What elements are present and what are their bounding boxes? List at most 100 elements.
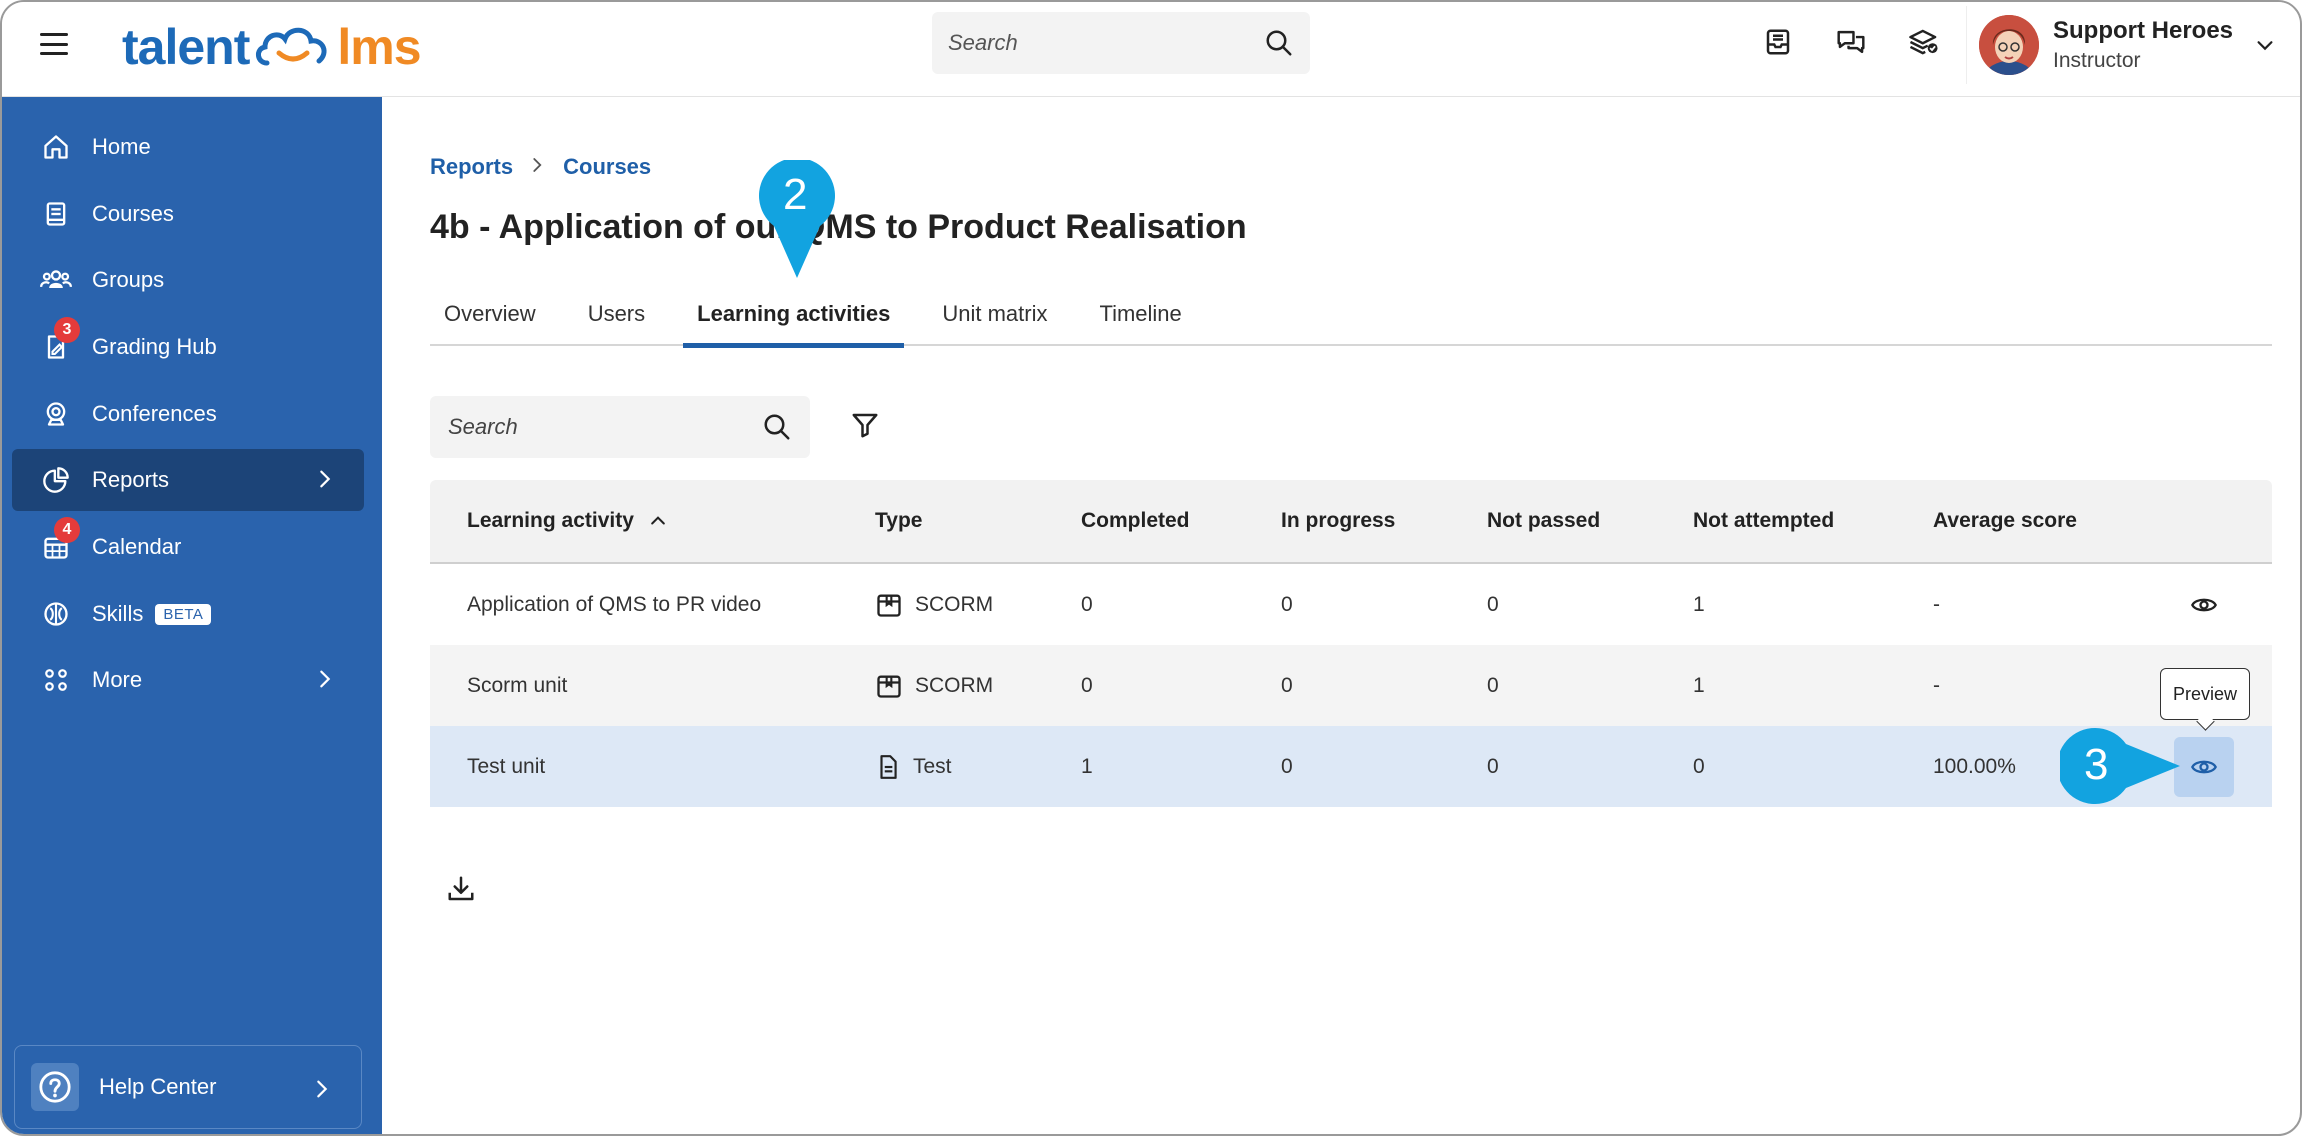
help-icon xyxy=(31,1063,79,1111)
sidebar-item-calendar[interactable]: 4 Calendar xyxy=(12,516,364,578)
cell-not-passed: 0 xyxy=(1487,673,1499,697)
groups-icon xyxy=(40,264,72,296)
grid-icon xyxy=(40,664,72,696)
package-icon xyxy=(877,675,901,698)
preview-eye-icon[interactable] xyxy=(2174,575,2234,635)
header-learning-activity[interactable]: Learning activity xyxy=(467,509,668,533)
package-icon xyxy=(877,594,901,617)
step-2-number: 2 xyxy=(783,170,808,219)
inbox-icon[interactable] xyxy=(1760,24,1796,60)
talentlms-logo[interactable]: talent lms xyxy=(122,12,422,82)
sort-asc-icon[interactable] xyxy=(648,511,668,531)
download-icon[interactable] xyxy=(446,874,476,904)
chevron-right-icon xyxy=(531,154,545,180)
chat-icon[interactable] xyxy=(1833,24,1869,60)
chevron-down-icon[interactable] xyxy=(2254,34,2276,56)
tab-learning-activities[interactable]: Learning activities xyxy=(683,282,905,348)
cell-not-passed: 0 xyxy=(1487,592,1499,616)
sidebar-item-courses[interactable]: Courses xyxy=(12,183,364,245)
cloud-smile-icon xyxy=(256,27,327,66)
header-label: Learning activity xyxy=(467,509,634,532)
global-search-input[interactable] xyxy=(948,30,1264,56)
cell-completed: 0 xyxy=(1081,673,1093,697)
sidebar-item-reports[interactable]: Reports xyxy=(12,449,364,511)
cell-completed: 1 xyxy=(1081,754,1093,778)
tab-bar: Overview Users Learning activities Unit … xyxy=(430,282,2272,348)
help-center-button[interactable]: Help Center xyxy=(14,1045,362,1129)
step-3-number: 3 xyxy=(2084,740,2109,789)
global-search[interactable] xyxy=(932,12,1310,74)
cell-in-progress: 0 xyxy=(1281,673,1293,697)
hamburger-menu-icon[interactable] xyxy=(40,30,68,58)
cell-in-progress: 0 xyxy=(1281,592,1293,616)
tab-unit-matrix[interactable]: Unit matrix xyxy=(928,282,1061,346)
sidebar-item-label: Conferences xyxy=(92,401,217,426)
search-icon[interactable] xyxy=(1264,28,1294,58)
cell-average-score: 100.00% xyxy=(1933,754,2016,778)
sidebar-item-conferences[interactable]: Conferences xyxy=(12,383,364,445)
preview-eye-icon[interactable] xyxy=(2174,736,2234,797)
sidebar-item-groups[interactable]: Groups xyxy=(12,249,364,311)
header-average-score: Average score xyxy=(1933,509,2077,532)
sidebar-item-more[interactable]: More xyxy=(12,649,364,711)
sidebar-item-label: Groups xyxy=(92,267,165,292)
sidebar-item-label: Home xyxy=(92,134,151,159)
document-icon xyxy=(880,754,897,779)
type-label: SCORM xyxy=(915,592,994,616)
cell-activity: Application of QMS to PR video xyxy=(467,592,762,616)
book-icon xyxy=(40,198,72,230)
cell-activity: Scorm unit xyxy=(467,673,568,697)
app-window: talent lms Search Support Heroes Instruc… xyxy=(0,0,2302,1136)
chevron-right-icon xyxy=(320,470,331,488)
sidebar-item-grading-hub[interactable]: 3 Grading Hub xyxy=(12,316,364,378)
table-row[interactable]: Test unit Test 1 0 0 0 100.00% xyxy=(430,726,2272,807)
cell-activity: Test unit xyxy=(467,754,546,778)
tab-users[interactable]: Users xyxy=(574,282,659,346)
page-title: 4b - Application of our QMS to Product R… xyxy=(430,208,1247,246)
grading-icon: 3 xyxy=(40,317,80,363)
breadcrumb-courses[interactable]: Courses xyxy=(563,154,651,180)
filter-icon[interactable] xyxy=(850,410,880,440)
calendar-badge: 4 xyxy=(54,517,80,543)
grading-badge: 3 xyxy=(54,317,80,343)
activity-search[interactable] xyxy=(430,396,810,458)
table-row[interactable]: Application of QMS to PR video SCORM 0 0… xyxy=(430,564,2272,645)
table-header: Learning activity Type Completed In prog… xyxy=(430,480,2272,564)
user-profile-menu[interactable]: Support Heroes Instructor xyxy=(1966,6,2288,84)
sidebar-item-label: Grading Hub xyxy=(92,334,217,359)
chevron-right-icon xyxy=(320,670,331,688)
logo-text-right: lms xyxy=(337,19,421,75)
cell-in-progress: 0 xyxy=(1281,754,1293,778)
avatar xyxy=(1979,15,2039,75)
tab-overview[interactable]: Overview xyxy=(430,282,550,346)
table-row[interactable]: Scorm unit SCORM 0 0 0 1 - xyxy=(430,645,2272,726)
header-in-progress: In progress xyxy=(1281,509,1396,532)
cell-average-score: - xyxy=(1933,673,1940,697)
sidebar-item-label: Skills xyxy=(92,601,144,626)
sidebar-item-skills[interactable]: Skills BETA xyxy=(12,583,364,645)
cell-not-attempted: 0 xyxy=(1693,754,1705,778)
activity-search-input[interactable] xyxy=(448,414,762,440)
learning-activities-table: Learning activity Type Completed In prog… xyxy=(430,480,2272,807)
header-not-passed: Not passed xyxy=(1487,509,1601,532)
step-3-callout: 3 xyxy=(2057,728,2182,809)
sidebar-item-home[interactable]: Home xyxy=(12,116,364,178)
cell-type: Test xyxy=(875,753,952,781)
search-icon[interactable] xyxy=(762,412,792,442)
pie-chart-icon xyxy=(40,464,72,496)
cell-not-attempted: 1 xyxy=(1693,592,1705,616)
type-label: Test xyxy=(913,754,952,778)
cell-completed: 0 xyxy=(1081,592,1093,616)
tab-timeline[interactable]: Timeline xyxy=(1085,282,1195,346)
cell-not-passed: 0 xyxy=(1487,754,1499,778)
user-role: Instructor xyxy=(2053,49,2141,72)
top-bar: talent lms Search Support Heroes Instruc… xyxy=(2,2,2300,97)
header-not-attempted: Not attempted xyxy=(1693,509,1835,532)
breadcrumb-reports[interactable]: Reports xyxy=(430,154,513,180)
cell-not-attempted: 1 xyxy=(1693,673,1705,697)
chevron-right-icon xyxy=(317,1080,328,1098)
help-center-label: Help Center xyxy=(99,1074,217,1099)
learning-stack-icon[interactable] xyxy=(1906,24,1942,60)
cell-type: SCORM xyxy=(875,591,993,619)
cell-average-score: - xyxy=(1933,592,1940,616)
